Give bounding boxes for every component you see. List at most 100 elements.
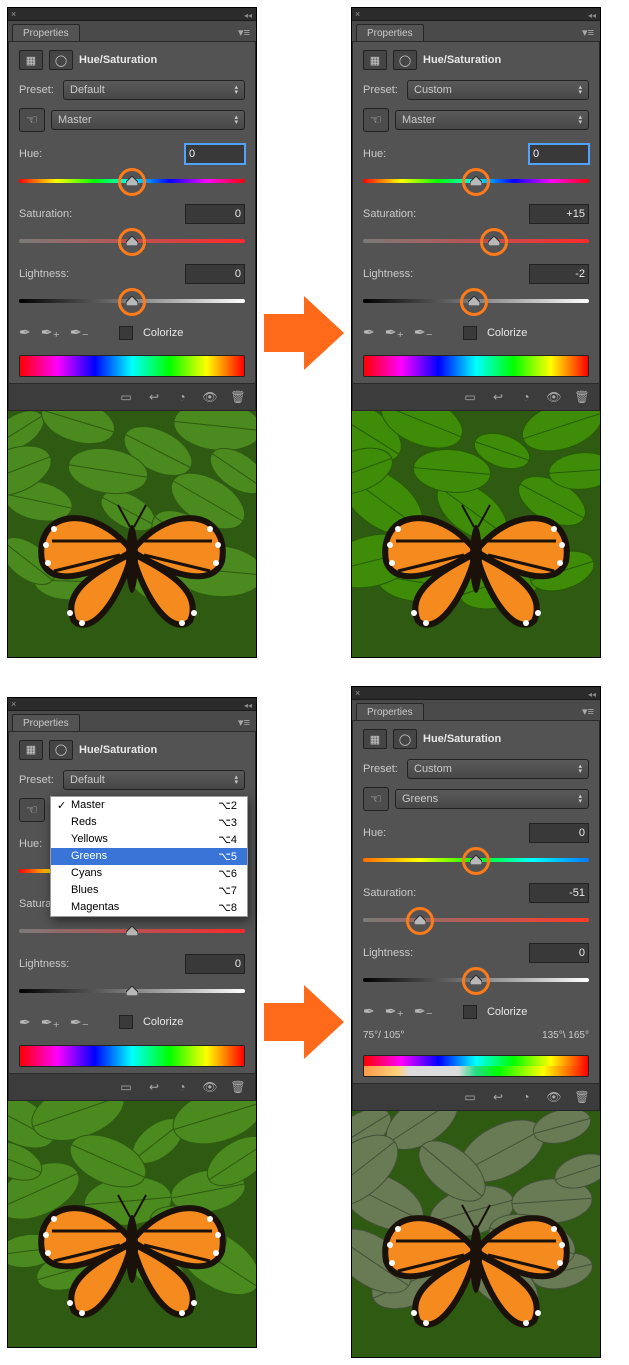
- reset-icon[interactable]: ↩: [489, 389, 507, 405]
- eyedropper-icon[interactable]: ✒: [19, 1014, 31, 1031]
- sat-slider[interactable]: [19, 924, 245, 938]
- panel-titlebar[interactable]: × ◂◂: [352, 687, 600, 700]
- range-option-reds[interactable]: Reds⌥3: [51, 814, 247, 831]
- visibility-icon[interactable]: 👁: [201, 1079, 219, 1095]
- hue-slider[interactable]: [363, 174, 589, 188]
- eyedropper-subtract-icon[interactable]: ✒₋: [70, 324, 89, 341]
- colorize-checkbox[interactable]: [119, 1015, 133, 1029]
- close-icon[interactable]: ×: [355, 9, 360, 19]
- visibility-icon[interactable]: 👁: [545, 389, 563, 405]
- range-option-cyans[interactable]: Cyans⌥6: [51, 865, 247, 882]
- sat-input[interactable]: [529, 883, 589, 903]
- clip-icon[interactable]: ▭: [117, 1079, 135, 1095]
- trash-icon[interactable]: 🗑: [229, 389, 247, 405]
- targeted-adjust-icon[interactable]: ☜: [19, 798, 45, 822]
- eyedropper-add-icon[interactable]: ✒₊: [41, 1014, 60, 1031]
- lite-input[interactable]: [185, 954, 245, 974]
- eyedropper-add-icon[interactable]: ✒₊: [385, 324, 404, 341]
- clip-icon[interactable]: ▭: [117, 389, 135, 405]
- eyedropper-subtract-icon[interactable]: ✒₋: [70, 1014, 89, 1031]
- eyedropper-icon[interactable]: ✒: [363, 324, 375, 341]
- hue-input[interactable]: [185, 144, 245, 164]
- sat-slider[interactable]: [363, 913, 589, 927]
- range-select[interactable]: Greens ▴▾: [395, 789, 589, 809]
- panel-menu-icon[interactable]: ▾≡: [582, 26, 594, 39]
- view-prev-icon[interactable]: ◔: [517, 1089, 535, 1105]
- view-prev-icon[interactable]: ◔: [173, 1079, 191, 1095]
- panel-menu-icon[interactable]: ▾≡: [238, 26, 250, 39]
- reset-icon[interactable]: ↩: [489, 1089, 507, 1105]
- sat-slider[interactable]: [19, 234, 245, 248]
- preset-select[interactable]: Custom ▴▾: [407, 759, 589, 779]
- hue-slider[interactable]: [363, 853, 589, 867]
- lite-input[interactable]: [529, 264, 589, 284]
- trash-icon[interactable]: 🗑: [573, 389, 591, 405]
- eyedropper-icon[interactable]: ✒: [363, 1003, 375, 1020]
- view-prev-icon[interactable]: ◔: [517, 389, 535, 405]
- lite-input[interactable]: [529, 943, 589, 963]
- lite-slider[interactable]: [19, 984, 245, 998]
- eyedropper-add-icon[interactable]: ✒₊: [41, 324, 60, 341]
- eyedropper-subtract-icon[interactable]: ✒₋: [414, 324, 433, 341]
- hue-label: Hue:: [19, 838, 42, 850]
- trash-icon[interactable]: 🗑: [573, 1089, 591, 1105]
- trash-icon[interactable]: 🗑: [229, 1079, 247, 1095]
- range-option-magentas[interactable]: Magentas⌥8: [51, 899, 247, 916]
- targeted-adjust-icon[interactable]: ☜: [19, 108, 45, 132]
- range-select[interactable]: Master ▴▾: [395, 110, 589, 130]
- range-select[interactable]: Master ▴▾: [51, 110, 245, 130]
- clip-icon[interactable]: ▭: [461, 389, 479, 405]
- panel-titlebar[interactable]: × ◂◂: [352, 8, 600, 21]
- visibility-icon[interactable]: 👁: [545, 1089, 563, 1105]
- eyedropper-add-icon[interactable]: ✒₊: [385, 1003, 404, 1020]
- colorize-checkbox[interactable]: [119, 326, 133, 340]
- properties-tab[interactable]: Properties: [356, 703, 424, 720]
- preset-select[interactable]: Default ▴▾: [63, 80, 245, 100]
- lite-input[interactable]: [185, 264, 245, 284]
- close-icon[interactable]: ×: [11, 9, 16, 19]
- panel-titlebar[interactable]: × ◂◂: [8, 8, 256, 21]
- preset-select[interactable]: Custom ▴▾: [407, 80, 589, 100]
- properties-tab[interactable]: Properties: [12, 714, 80, 731]
- visibility-icon[interactable]: 👁: [201, 389, 219, 405]
- colorize-checkbox[interactable]: [463, 326, 477, 340]
- lite-slider[interactable]: [363, 294, 589, 308]
- range-option-greens[interactable]: Greens⌥5: [51, 848, 247, 865]
- reset-icon[interactable]: ↩: [145, 1079, 163, 1095]
- close-icon[interactable]: ×: [11, 699, 16, 709]
- hue-input[interactable]: [529, 144, 589, 164]
- properties-tab[interactable]: Properties: [12, 24, 80, 41]
- collapse-icon[interactable]: ◂◂: [588, 690, 596, 699]
- hue-slider[interactable]: [19, 174, 245, 188]
- properties-tab[interactable]: Properties: [356, 24, 424, 41]
- hue-input[interactable]: [529, 823, 589, 843]
- eyedropper-icon[interactable]: ✒: [19, 324, 31, 341]
- clip-icon[interactable]: ▭: [461, 1089, 479, 1105]
- preset-select[interactable]: Default ▴▾: [63, 770, 245, 790]
- lite-slider[interactable]: [19, 294, 245, 308]
- panel-menu-icon[interactable]: ▾≡: [582, 705, 594, 718]
- sat-input[interactable]: [185, 204, 245, 224]
- panel-tabs: Properties ▾≡: [8, 21, 256, 42]
- collapse-icon[interactable]: ◂◂: [244, 11, 252, 20]
- targeted-adjust-icon[interactable]: ☜: [363, 108, 389, 132]
- reset-icon[interactable]: ↩: [145, 389, 163, 405]
- lite-slider[interactable]: [363, 973, 589, 987]
- range-option-blues[interactable]: Blues⌥7: [51, 882, 247, 899]
- sat-slider[interactable]: [363, 234, 589, 248]
- view-prev-icon[interactable]: ◔: [173, 389, 191, 405]
- close-icon[interactable]: ×: [355, 688, 360, 698]
- targeted-adjust-icon[interactable]: ☜: [363, 787, 389, 811]
- sat-label: Saturation:: [363, 887, 416, 899]
- range-option-yellows[interactable]: Yellows⌥4: [51, 831, 247, 848]
- collapse-icon[interactable]: ◂◂: [244, 701, 252, 710]
- range-option-master[interactable]: Master⌥2: [51, 797, 247, 814]
- hue-range-readout: 75°/ 105°135°\ 165°: [363, 1030, 589, 1041]
- range-dropdown-menu[interactable]: Master⌥2Reds⌥3Yellows⌥4Greens⌥5Cyans⌥6Bl…: [50, 796, 248, 917]
- eyedropper-subtract-icon[interactable]: ✒₋: [414, 1003, 433, 1020]
- collapse-icon[interactable]: ◂◂: [588, 11, 596, 20]
- panel-titlebar[interactable]: × ◂◂: [8, 698, 256, 711]
- panel-menu-icon[interactable]: ▾≡: [238, 716, 250, 729]
- colorize-checkbox[interactable]: [463, 1005, 477, 1019]
- sat-input[interactable]: [529, 204, 589, 224]
